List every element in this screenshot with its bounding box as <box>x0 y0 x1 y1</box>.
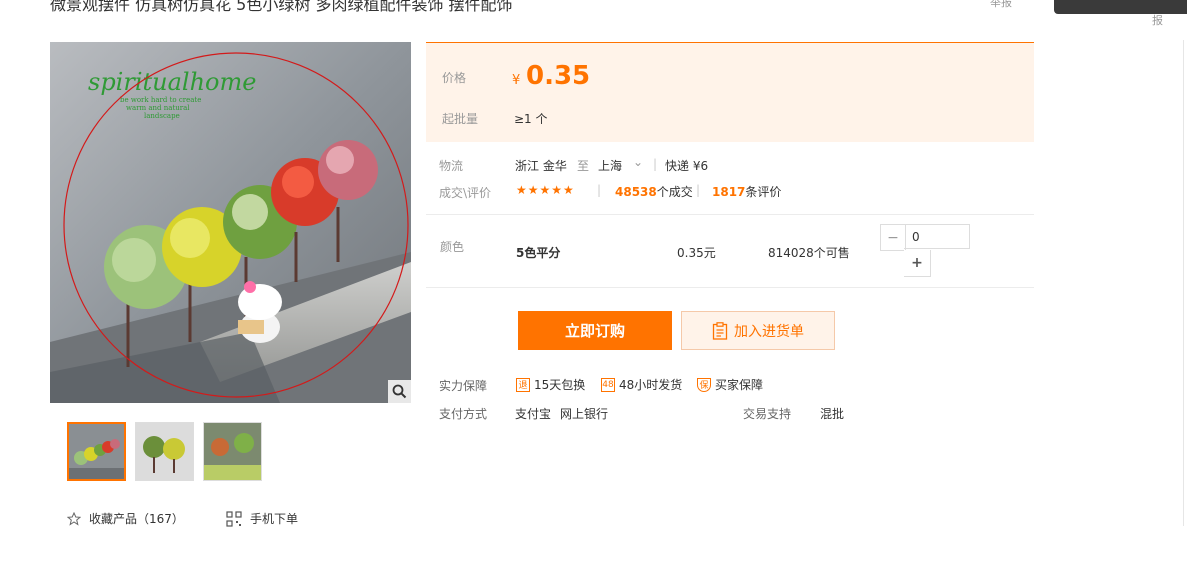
sku-panel: 颜色 5色平分 0.35元 814028个可售 − 0 + <box>426 215 1034 288</box>
price-panel: 价格 ¥ 0.35 起批量 ≥1 个 <box>426 42 1034 142</box>
payment-alipay: 支付宝 <box>515 407 552 421</box>
moq-value: ≥1 个 <box>514 112 548 126</box>
product-photo: spiritualhome be work hard to create war… <box>50 42 411 403</box>
thumbnail-image <box>69 424 124 479</box>
divider: | <box>696 183 701 197</box>
moq-label: 起批量 <box>442 112 479 126</box>
favorite-label: 收藏产品（167） <box>89 512 184 526</box>
chevron-down-icon[interactable]: ⌄ <box>633 155 643 169</box>
clipboard-icon <box>712 321 728 340</box>
guarantee-15day-text: 15天包换 <box>534 378 586 392</box>
order-now-button[interactable]: 立即订购 <box>518 311 672 350</box>
star-outline-icon <box>67 511 81 526</box>
price-currency: ¥ <box>512 73 521 88</box>
payment-label: 支付方式 <box>439 407 488 421</box>
thumbnail-image <box>204 423 261 480</box>
divider: | <box>653 157 658 171</box>
color-label: 颜色 <box>440 240 465 254</box>
thumbnail-3[interactable] <box>203 422 262 481</box>
quantity-plus-button[interactable]: + <box>904 250 931 277</box>
quantity-minus-button[interactable]: − <box>880 224 906 251</box>
report-link[interactable]: 举报 <box>990 0 1012 10</box>
ship-to-word: 至 <box>577 159 590 173</box>
guarantee-15day[interactable]: 退 15天包换 <box>516 376 585 393</box>
quantity-input[interactable]: 0 <box>904 224 970 249</box>
sku-option-stock: 814028个可售 <box>768 246 850 260</box>
rating-label: 成交\评价 <box>439 186 492 200</box>
deals-count-link[interactable]: 48538个成交 <box>615 183 693 200</box>
right-divider <box>1183 40 1184 526</box>
guarantee-buyer-text: 买家保障 <box>715 378 764 392</box>
top-toolbar-tab[interactable] <box>1054 0 1187 14</box>
favorite-product[interactable]: 收藏产品（167） <box>67 510 184 527</box>
payment-bank: 网上银行 <box>560 407 609 421</box>
sku-option-price: 0.35元 <box>677 246 716 260</box>
deals-suffix: 个成交 <box>656 185 693 199</box>
deals-count: 48538 <box>615 185 657 199</box>
return-icon: 退 <box>516 377 530 392</box>
rating-stars: ★★★★★ <box>516 183 575 197</box>
magnifier-icon <box>392 384 407 399</box>
thumbnail-2[interactable] <box>135 422 194 481</box>
price-label: 价格 <box>442 71 467 85</box>
reviews-count: 1817 <box>712 185 746 199</box>
trade-support-label: 交易支持 <box>743 407 792 421</box>
trade-support-value: 混批 <box>820 407 845 421</box>
reviews-suffix: 条评价 <box>745 185 782 199</box>
sku-option-name: 5色平分 <box>516 246 561 260</box>
watermark-line-3: landscape <box>144 112 180 120</box>
guarantee-label: 实力保障 <box>439 379 488 393</box>
thumbnail-strip <box>67 422 262 481</box>
mobile-order[interactable]: 手机下单 <box>226 510 298 527</box>
thumbnail-1[interactable] <box>67 422 126 481</box>
reviews-count-link[interactable]: 1817条评价 <box>712 183 781 200</box>
ship-to-select[interactable]: 上海 <box>598 157 622 174</box>
watermark-line-1: be work hard to create <box>120 96 201 104</box>
logistics-panel: 物流 浙江 金华 至 上海 ⌄ | 快递 ¥6 成交\评价 ★★★★★ | 48… <box>426 150 1034 215</box>
guarantee-buyer[interactable]: 保 买家保障 <box>697 376 763 393</box>
report-side-label[interactable]: 报 <box>1152 12 1163 28</box>
shield-icon: 保 <box>697 377 711 392</box>
qr-code-icon <box>226 510 242 527</box>
add-to-cart-button[interactable]: 加入进货单 <box>681 311 835 350</box>
guarantee-panel: 实力保障 退 15天包换 48 48小时发货 保 买家保障 支付方式 支付宝 网… <box>426 376 1034 426</box>
price-value: 0.35 <box>526 61 591 91</box>
divider: | <box>597 183 602 197</box>
watermark-brand: spiritualhome <box>88 68 256 96</box>
logistics-label: 物流 <box>439 159 464 173</box>
mobile-order-label: 手机下单 <box>250 512 299 526</box>
thumbnail-image <box>136 423 193 480</box>
ship-from: 浙江 金华 <box>515 159 567 173</box>
watermark-line-2: warm and natural <box>126 104 190 112</box>
main-product-image[interactable]: spiritualhome be work hard to create war… <box>50 42 411 403</box>
guarantee-48h-text: 48小时发货 <box>619 378 683 392</box>
shipping-fee: 快递 ¥6 <box>665 159 709 173</box>
add-to-cart-label: 加入进货单 <box>734 323 804 340</box>
product-title: 微景观摆件 仿真树仿真花 5色小绿树 多肉绿植配件装饰 摆件配饰 <box>50 0 513 14</box>
guarantee-48h[interactable]: 48 48小时发货 <box>601 376 682 393</box>
delivery-48h-icon: 48 <box>601 377 615 392</box>
zoom-button[interactable] <box>388 380 411 403</box>
